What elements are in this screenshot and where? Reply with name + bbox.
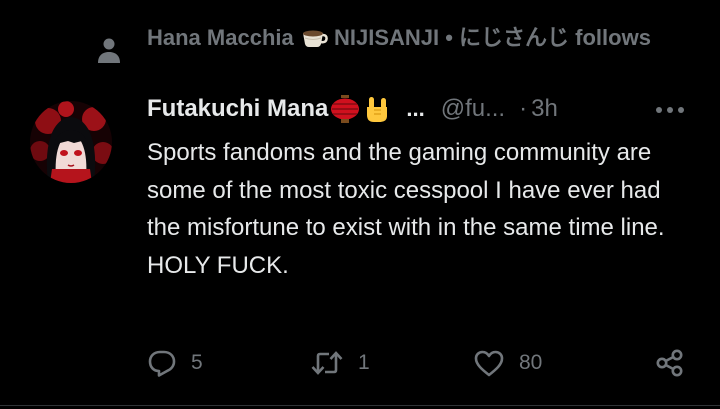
tweet-text: Sports fandoms and the gaming community …	[147, 139, 665, 279]
coffee-cup-emoji	[300, 26, 328, 55]
reply-icon	[147, 348, 177, 378]
action-bar: 5 1 80	[0, 340, 720, 386]
tweet-header: Futakuchi Mana ... @fu... · 3h	[147, 92, 558, 126]
reply-count: 5	[191, 351, 203, 374]
red-lantern-emoji	[330, 95, 360, 123]
author-handle[interactable]: @fu...	[441, 95, 505, 123]
like-button[interactable]: 80	[473, 340, 542, 386]
follower-name: Hana Macchia	[147, 25, 294, 50]
like-count: 80	[519, 351, 543, 374]
author-display-name[interactable]: Futakuchi Mana	[147, 95, 328, 123]
share-button[interactable]	[655, 340, 685, 386]
reply-button[interactable]: 5	[147, 340, 203, 386]
person-icon	[96, 36, 122, 64]
avatar[interactable]	[30, 101, 112, 183]
tweet-timestamp[interactable]: 3h	[531, 95, 558, 123]
retweet-icon	[310, 348, 344, 378]
time-separator: ·	[519, 95, 528, 122]
divider	[0, 405, 720, 406]
retweet-count: 1	[358, 351, 370, 374]
tweet-card[interactable]: Hana Macchia NIJISANJI • にじさんじ follows F…	[0, 0, 720, 409]
social-context[interactable]: Hana Macchia NIJISANJI • にじさんじ follows	[147, 23, 667, 55]
name-truncation: ...	[406, 96, 425, 121]
follower-affiliation: NIJISANJI • にじさんじ follows	[327, 25, 651, 50]
heart-icon	[473, 348, 505, 378]
more-horizontal-icon[interactable]	[654, 100, 686, 120]
retweet-button[interactable]: 1	[310, 340, 370, 386]
share-icon	[655, 348, 685, 378]
rock-on-hand-emoji	[362, 95, 392, 123]
